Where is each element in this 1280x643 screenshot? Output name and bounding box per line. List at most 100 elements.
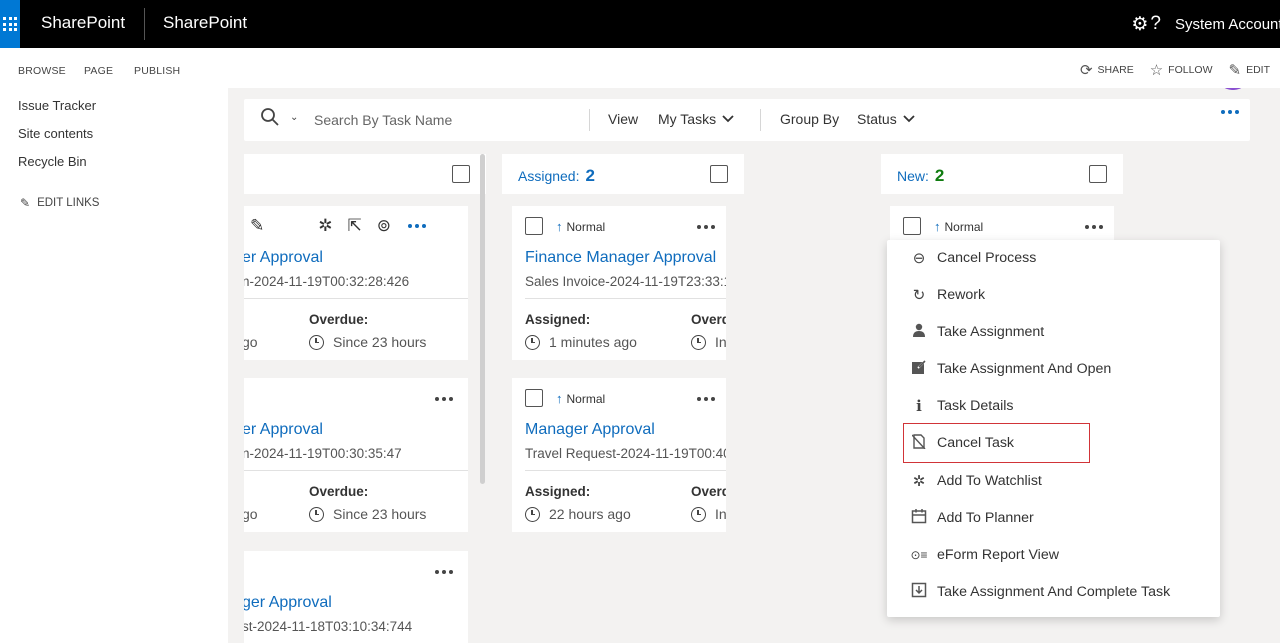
select-all-checkbox[interactable] xyxy=(452,165,470,183)
board-toolbar: ⌄ View My Tasks Group By Status xyxy=(244,99,1250,141)
select-all-checkbox[interactable] xyxy=(1089,165,1107,183)
clock-icon xyxy=(691,334,706,350)
task-title[interactable]: Finance Manager Approval xyxy=(525,249,716,267)
suite-brand[interactable]: SharePoint xyxy=(41,0,125,48)
task-card[interactable]: er Approval n-2024-11-19T00:30:35:47 go … xyxy=(244,378,468,532)
share-button[interactable]: ⟳ SHARE xyxy=(1080,61,1134,79)
task-title[interactable]: Manager Approval xyxy=(525,421,655,439)
assigned-label: Assigned: xyxy=(525,312,591,327)
assign-icon[interactable]: ⊚ xyxy=(377,216,391,236)
search-input[interactable] xyxy=(314,108,584,132)
menu-item-add-to-watchlist[interactable]: ✲ Add To Watchlist xyxy=(887,465,1220,497)
column-header xyxy=(244,154,486,194)
suite-bar: SharePoint SharePoint ⚙ ? System Account xyxy=(0,0,1280,48)
chevron-down-icon[interactable]: ⌄ xyxy=(290,112,298,123)
task-title[interactable]: ger Approval xyxy=(244,594,332,612)
menu-item-eform-report-view[interactable]: ⊙≡ eForm Report View xyxy=(887,539,1220,571)
ribbon: BROWSE PAGE PUBLISH ⟳ SHARE ☆ FOLLOW ✎ E… xyxy=(0,48,1280,88)
overdue-label: Overdue: xyxy=(309,312,369,327)
calendar-icon xyxy=(909,508,929,528)
column-title: Assigned: 2 xyxy=(518,166,595,185)
help-icon[interactable]: ? xyxy=(1150,13,1161,35)
menu-item-take-assignment-and-open[interactable]: Take Assignment And Open xyxy=(887,353,1220,385)
pencil-icon[interactable]: ✎ xyxy=(250,216,264,236)
task-card[interactable]: ↑ Normal Finance Manager Approval Sales I… xyxy=(512,206,726,360)
task-checkbox[interactable] xyxy=(903,217,921,235)
overdue-label: Overdue: xyxy=(691,312,726,327)
more-icon[interactable] xyxy=(406,224,427,228)
edit-links-button[interactable]: ✎ EDIT LINKS xyxy=(20,196,99,210)
task-card[interactable]: ger Approval st-2024-11-18T03:10:34:744 xyxy=(244,551,468,643)
follow-button[interactable]: ☆ FOLLOW xyxy=(1150,61,1213,79)
clock-icon xyxy=(309,506,324,522)
view-value: My Tasks xyxy=(658,111,717,127)
arrow-up-icon: ↑ xyxy=(556,219,563,234)
group-by-value: Status xyxy=(857,111,897,127)
toolbar-more-button[interactable] xyxy=(1219,110,1240,114)
column-title: New: 2 xyxy=(897,166,945,185)
open-external-icon[interactable]: ⇱ xyxy=(348,216,362,236)
menu-item-task-details[interactable]: i Task Details xyxy=(887,390,1220,422)
assigned-label: Assigned: xyxy=(525,484,591,499)
menu-item-rework[interactable]: ↻ Rework xyxy=(887,279,1220,311)
task-card[interactable]: ✎ ✲ ⇱ ⊚ er Approval n-2024-11-19T00:32:2… xyxy=(244,206,468,360)
clock-icon xyxy=(525,506,540,522)
task-checkbox[interactable] xyxy=(525,389,543,407)
assigned-field: 1 minutes ago xyxy=(525,334,637,350)
menu-item-cancel-task[interactable]: Cancel Task xyxy=(887,427,1220,459)
view-dropdown[interactable]: My Tasks xyxy=(658,111,734,127)
group-by-dropdown[interactable]: Status xyxy=(857,111,915,127)
minus-circle-icon: ⊖ xyxy=(912,250,926,267)
left-navigation: Issue Tracker Site contents Recycle Bin … xyxy=(0,88,228,643)
menu-item-take-assignment-and-complete-task[interactable]: Take Assignment And Complete Task xyxy=(887,576,1220,608)
task-subtitle: n-2024-11-19T00:30:35:47 xyxy=(244,446,402,461)
task-title[interactable]: er Approval xyxy=(244,421,323,439)
person-icon xyxy=(909,323,929,341)
overdue-field: In 1 hour xyxy=(691,506,726,522)
search-icon[interactable] xyxy=(260,107,280,133)
edit-links-label: EDIT LINKS xyxy=(37,197,100,209)
task-subtitle: st-2024-11-18T03:10:34:744 xyxy=(244,619,413,634)
info-icon: i xyxy=(916,397,922,415)
card-more-button[interactable] xyxy=(433,570,454,574)
edit-button[interactable]: ✎ EDIT xyxy=(1229,61,1271,79)
arrow-up-icon: ↑ xyxy=(556,391,563,406)
nav-item-recycle-bin[interactable]: Recycle Bin xyxy=(18,154,87,169)
column-title xyxy=(260,166,266,186)
menu-item-cancel-process[interactable]: ⊖ Cancel Process xyxy=(887,242,1220,274)
avatar[interactable] xyxy=(1218,88,1248,90)
ribbon-tab-page[interactable]: PAGE xyxy=(84,65,113,77)
card-more-button[interactable] xyxy=(1083,225,1104,229)
overdue-field: Since 23 hours xyxy=(309,334,426,350)
ribbon-tab-publish[interactable]: PUBLISH xyxy=(134,65,180,77)
column-header: New: 2 xyxy=(881,154,1123,194)
task-card[interactable]: ↑ Normal Manager Approval Travel Request-… xyxy=(512,378,726,532)
priority-badge: ↑ Normal xyxy=(556,391,606,406)
card-more-button[interactable] xyxy=(433,397,454,401)
card-more-button[interactable] xyxy=(695,225,716,229)
column-scrollbar[interactable] xyxy=(480,154,485,484)
task-checkbox[interactable] xyxy=(525,217,543,235)
app-launcher-button[interactable] xyxy=(0,0,20,48)
task-subtitle: n-2024-11-19T00:32:28:426 xyxy=(244,274,410,289)
card-more-button[interactable] xyxy=(695,397,716,401)
settings-gear-icon[interactable]: ⚙ xyxy=(1131,13,1148,36)
priority-badge: ↑ Normal xyxy=(934,219,984,234)
watch-icon[interactable]: ✲ xyxy=(318,216,332,236)
nav-item-issue-tracker[interactable]: Issue Tracker xyxy=(18,98,96,113)
task-title[interactable]: er Approval xyxy=(244,249,323,267)
share-icon: ⟳ xyxy=(1079,62,1093,79)
card-divider xyxy=(244,470,468,471)
assigned-value: go xyxy=(244,334,258,350)
follow-label: FOLLOW xyxy=(1168,64,1213,76)
menu-item-take-assignment[interactable]: Take Assignment xyxy=(887,316,1220,348)
account-name[interactable]: System Account xyxy=(1175,16,1280,33)
site-title[interactable]: SharePoint xyxy=(163,0,247,48)
ribbon-tab-browse[interactable]: BROWSE xyxy=(18,65,66,77)
menu-item-add-to-planner[interactable]: Add To Planner xyxy=(887,502,1220,534)
nav-item-site-contents[interactable]: Site contents xyxy=(18,126,93,141)
pencil-icon: ✎ xyxy=(20,196,31,210)
select-all-checkbox[interactable] xyxy=(710,165,728,183)
waffle-icon xyxy=(3,17,17,31)
edit-label: EDIT xyxy=(1246,64,1270,76)
